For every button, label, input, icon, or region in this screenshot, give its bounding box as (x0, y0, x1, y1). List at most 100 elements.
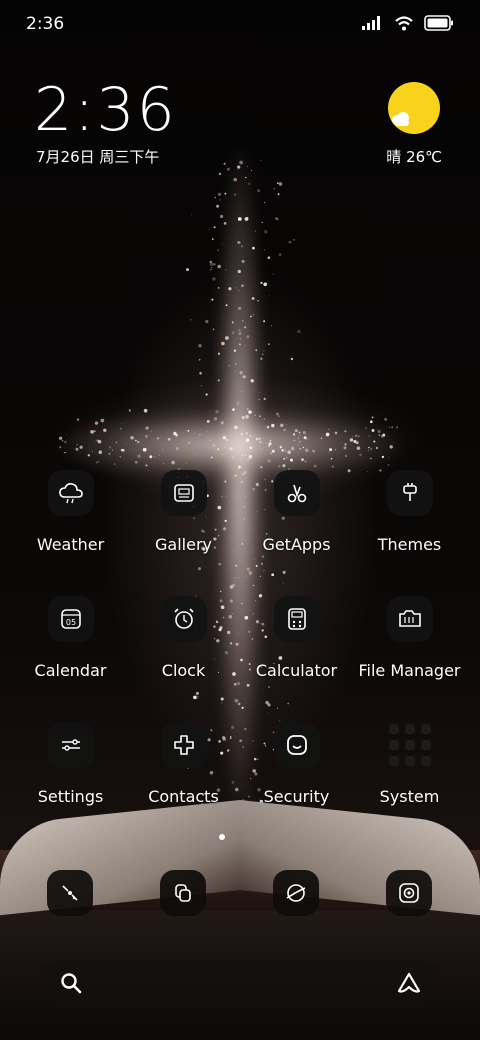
sparkle (252, 314, 254, 316)
sparkle (391, 426, 393, 429)
dock-phone[interactable] (47, 870, 93, 916)
sparkle (279, 445, 281, 447)
sparkle (130, 436, 134, 440)
sparkle (190, 319, 192, 321)
weather-widget[interactable] (384, 82, 444, 134)
sparkle (229, 447, 233, 451)
sparkle (247, 165, 249, 167)
app-file-manager[interactable]: File Manager (353, 596, 466, 680)
sparkle (298, 444, 300, 446)
sparkle (263, 418, 265, 420)
assistant-button[interactable] (394, 968, 424, 998)
sparkle (371, 416, 374, 419)
clock-widget-time[interactable]: 2:36 (34, 80, 177, 140)
sparkle (242, 375, 246, 379)
sparkle (223, 222, 227, 225)
sparkle (365, 426, 368, 429)
app-themes[interactable]: Themes (353, 470, 466, 554)
dock-browser[interactable] (273, 870, 319, 916)
sparkle (263, 350, 265, 352)
sparkle (220, 697, 224, 701)
sparkle (261, 447, 263, 449)
sparkle (217, 379, 220, 382)
sparkle (249, 434, 252, 437)
app-gallery[interactable]: Gallery (127, 470, 240, 554)
app-security[interactable]: Security (240, 722, 353, 806)
sparkle (277, 193, 280, 195)
sparkle (244, 454, 247, 457)
sparkle (135, 439, 137, 442)
sparkle (298, 431, 301, 434)
browser-icon (286, 884, 306, 902)
app-getapps[interactable]: GetApps (240, 470, 353, 554)
app-settings[interactable]: Settings (14, 722, 127, 806)
sparkle (267, 712, 269, 714)
sparkle (391, 436, 392, 438)
sparkle (246, 683, 250, 687)
sparkle (241, 454, 244, 457)
sparkle (241, 259, 245, 263)
sparkle (250, 315, 252, 318)
sparkle (228, 364, 230, 367)
sparkle (388, 457, 390, 459)
sparkle (275, 217, 278, 220)
sparkle (167, 437, 171, 441)
sparkle (246, 407, 249, 411)
sparkle (368, 449, 370, 451)
sparkle (234, 425, 238, 430)
sparkle (369, 420, 373, 424)
sparkle (232, 408, 235, 411)
sparkle (248, 571, 253, 575)
sparkle (378, 434, 381, 436)
sparkle (245, 438, 250, 443)
sparkle (263, 202, 266, 204)
sparkle (387, 463, 390, 466)
sparkle (267, 703, 271, 707)
sparkle (214, 196, 217, 199)
app-contacts[interactable]: Contacts (127, 722, 240, 806)
sparkle (222, 435, 227, 440)
sparkle (228, 287, 232, 291)
sparkle (255, 349, 258, 352)
app-clock[interactable]: Clock (127, 596, 240, 680)
app-calendar[interactable]: 05 Calendar (14, 596, 127, 680)
app-weather[interactable]: Weather (14, 470, 127, 554)
app-label: File Manager (358, 661, 461, 680)
contacts-icon (160, 722, 207, 768)
sparkle (160, 436, 161, 437)
app-system-folder[interactable]: System (353, 722, 466, 806)
sparkle (97, 439, 102, 444)
sparkle (247, 449, 251, 453)
sparkle (221, 702, 223, 704)
bottom-bar (0, 960, 480, 1010)
sparkle (219, 214, 224, 219)
sparkle (231, 583, 236, 588)
assistant-icon (397, 972, 421, 993)
sparkle (247, 216, 249, 219)
dock-camera[interactable] (386, 870, 432, 916)
sparkle (196, 444, 198, 446)
sparkle (241, 284, 244, 288)
sparkle (290, 446, 295, 451)
sparkle (220, 421, 224, 425)
sparkle (244, 326, 247, 329)
sparkle (244, 444, 246, 445)
app-calculator[interactable]: Calculator (240, 596, 353, 680)
sparkle (244, 344, 246, 346)
sparkle (59, 446, 62, 449)
app-label: Security (263, 787, 330, 806)
sparkle (240, 433, 243, 436)
sparkle (263, 229, 268, 234)
sparkle (277, 707, 279, 709)
sparkle (214, 448, 216, 450)
sparkle (216, 204, 220, 208)
sparkle (305, 448, 309, 453)
sparkle (222, 244, 224, 245)
sparkle (79, 445, 83, 449)
search-bar[interactable] (38, 960, 442, 1006)
search-button[interactable] (56, 968, 86, 998)
dock-messages[interactable] (160, 870, 206, 916)
sparkle (237, 289, 240, 292)
sparkle (277, 465, 281, 468)
sparkle (278, 415, 280, 418)
